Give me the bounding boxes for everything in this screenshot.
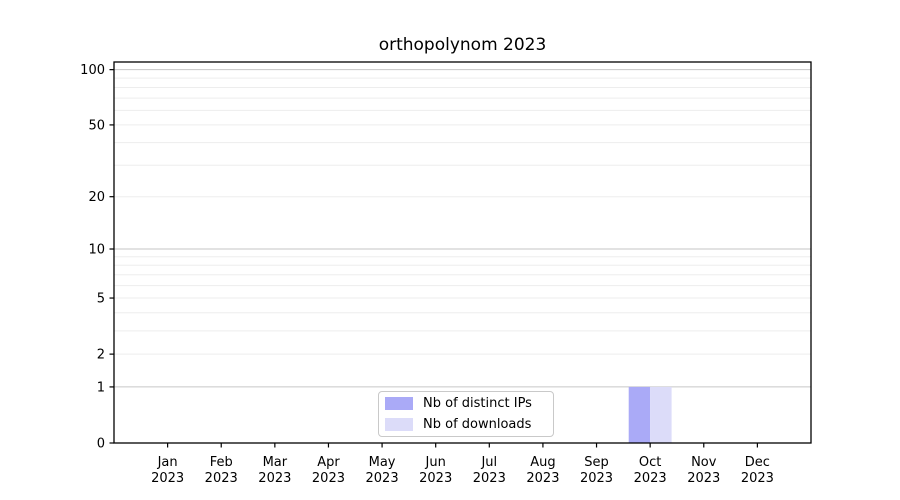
downloads-swatch-icon [385, 418, 413, 431]
x-tick-label-year: 2023 [526, 471, 559, 486]
x-tick-label-year: 2023 [312, 471, 345, 486]
x-tick-label-year: 2023 [741, 471, 774, 486]
y-tick-label: 100 [80, 63, 105, 78]
x-tick-label-year: 2023 [258, 471, 291, 486]
x-tick-label-year: 2023 [366, 471, 399, 486]
x-tick-label-month: Apr [317, 455, 340, 470]
x-tick-label-year: 2023 [419, 471, 452, 486]
x-tick-label-month: Jul [480, 455, 497, 470]
x-tick-label-year: 2023 [634, 471, 667, 486]
x-tick-label-year: 2023 [473, 471, 506, 486]
chart-figure: orthopolynom 2023 0125102050100Jan2023Fe… [0, 0, 900, 500]
x-tick-label-month: Oct [639, 455, 661, 470]
y-tick-label: 10 [88, 243, 105, 258]
legend-label-distinct-ips: Nb of distinct IPs [423, 396, 532, 411]
x-tick-label-month: May [369, 455, 396, 470]
y-tick-label: 20 [88, 190, 105, 205]
y-tick-label: 5 [97, 292, 105, 307]
x-tick-label-year: 2023 [205, 471, 238, 486]
bar-distinct-ips [629, 387, 650, 443]
distinct-ips-swatch-icon [385, 397, 413, 410]
legend-item-distinct-ips: Nb of distinct IPs [385, 397, 553, 410]
legend-label-downloads: Nb of downloads [423, 417, 531, 432]
x-tick-label-year: 2023 [151, 471, 184, 486]
x-tick-label-month: Aug [530, 455, 555, 470]
y-tick-label: 2 [97, 348, 105, 363]
y-tick-label: 1 [97, 380, 105, 395]
x-tick-label-month: Sep [584, 455, 609, 470]
x-tick-label-month: Nov [691, 455, 717, 470]
bar-downloads [650, 387, 671, 443]
x-tick-label-month: Jan [157, 455, 178, 470]
legend-item-downloads: Nb of downloads [385, 418, 553, 431]
x-tick-label-month: Mar [263, 455, 288, 470]
legend: Nb of distinct IPs Nb of downloads [378, 391, 554, 437]
y-tick-label: 50 [88, 118, 105, 133]
x-tick-label-year: 2023 [687, 471, 720, 486]
x-tick-label-year: 2023 [580, 471, 613, 486]
x-tick-label-month: Dec [745, 455, 770, 470]
x-tick-label-month: Jun [425, 455, 446, 470]
axes-box [114, 62, 811, 443]
x-tick-label-month: Feb [210, 455, 233, 470]
y-tick-label: 0 [97, 437, 105, 452]
